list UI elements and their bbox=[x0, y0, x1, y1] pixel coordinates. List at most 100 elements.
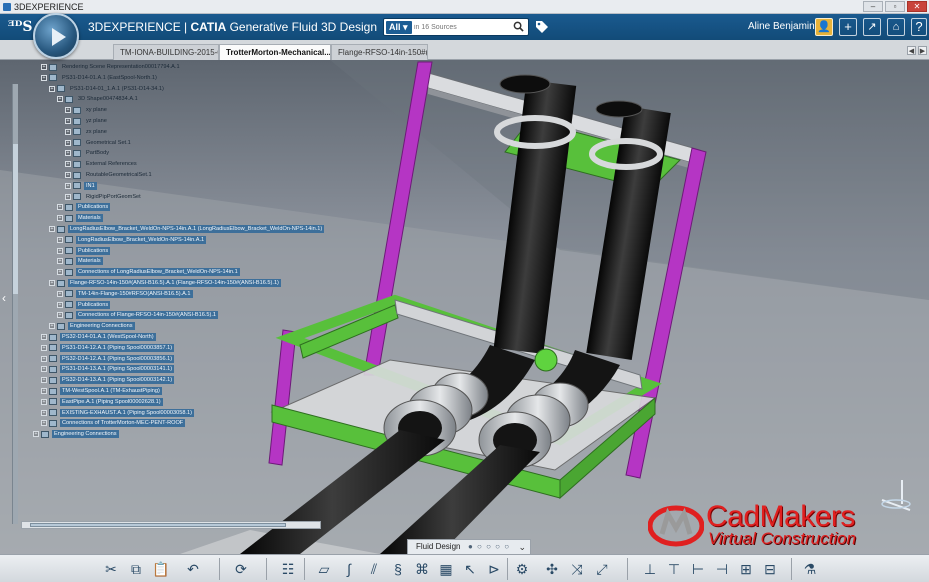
tree-expand-icon[interactable]: + bbox=[41, 366, 47, 373]
tree-node-label[interactable]: Connections of LongRadiusElbow_Bracket_W… bbox=[76, 268, 240, 277]
bend-icon[interactable]: § bbox=[388, 560, 408, 578]
tree-expand-icon[interactable]: + bbox=[65, 128, 71, 135]
tree-node-label[interactable]: PS32-D14-13.A.1 (Piping Spool00003142.1) bbox=[60, 376, 175, 385]
tree-node-label[interactable]: IN1 bbox=[84, 181, 97, 190]
flip-part-icon[interactable]: ⤢ bbox=[592, 560, 612, 578]
tree-expand-icon[interactable]: + bbox=[41, 64, 47, 70]
insert-part-icon[interactable]: ✣ bbox=[542, 560, 562, 578]
tree-node-label[interactable]: Publications bbox=[76, 300, 111, 309]
tree-node[interactable]: + PartBody bbox=[65, 148, 111, 158]
tree-expand-icon[interactable]: + bbox=[57, 247, 63, 254]
tree-node[interactable]: + PS31-D14-13.A.1 (Piping Spool00003141.1… bbox=[41, 364, 175, 374]
spline-route-icon[interactable]: ∫ bbox=[339, 560, 359, 578]
connect-parts-icon[interactable]: ⤨ bbox=[567, 560, 587, 578]
branch-icon[interactable]: ⌘ bbox=[412, 560, 432, 578]
paste-icon[interactable]: 📋 bbox=[151, 560, 171, 578]
tag-icon[interactable] bbox=[535, 20, 549, 34]
tab-trottermorton-mechanical[interactable]: TrotterMorton-Mechanical...✕ bbox=[219, 44, 331, 60]
tree-expand-icon[interactable]: + bbox=[41, 74, 47, 81]
tree-expand-icon[interactable]: + bbox=[49, 323, 55, 330]
tree-node[interactable]: + RigidPipPortGeomSet bbox=[65, 192, 143, 202]
next-icon[interactable]: ⊳ bbox=[484, 560, 504, 578]
tree-node-label[interactable]: EXISTING-EXHAUST.A.1 (Piping Spool000030… bbox=[60, 408, 194, 417]
tree-expand-icon[interactable]: + bbox=[57, 258, 63, 265]
tree-expand-icon[interactable]: + bbox=[57, 269, 63, 276]
connector-icon-6[interactable]: ⊟ bbox=[760, 560, 780, 578]
add-icon[interactable]: + bbox=[839, 18, 857, 36]
tree-expand-icon[interactable]: + bbox=[49, 85, 55, 92]
connector-icon-2[interactable]: ⊤ bbox=[664, 560, 684, 578]
pipe-segment-icon[interactable]: ⫽ bbox=[364, 560, 384, 578]
tree-expand-icon[interactable]: + bbox=[57, 215, 63, 222]
analysis-icon[interactable]: ⚗ bbox=[800, 560, 820, 578]
help-icon[interactable]: ? bbox=[911, 18, 927, 36]
tree-expand-icon[interactable]: + bbox=[41, 334, 47, 340]
update-icon[interactable]: ⟳ bbox=[231, 560, 251, 578]
tree-node-label[interactable]: Connections of TrotterMorton-MEC-PENT-RO… bbox=[60, 419, 186, 428]
search-scope-dropdown[interactable]: All ▾ bbox=[386, 21, 412, 34]
tree-node[interactable]: + TM-14in-Flange-150#RFSO(ANSI-B16.5).A.1 bbox=[57, 289, 193, 299]
tree-node[interactable]: + Publications bbox=[57, 246, 111, 256]
tree-node[interactable]: + Publications bbox=[57, 300, 111, 310]
home-icon[interactable]: ⌂ bbox=[887, 18, 905, 36]
tree-node-label[interactable]: Rendering Scene Representation00017794.A… bbox=[60, 63, 182, 71]
tree-expand-icon[interactable]: + bbox=[57, 290, 63, 297]
grid-icon[interactable]: ▦ bbox=[436, 560, 456, 578]
tree-node[interactable]: + Connections of TrotterMorton-MEC-PENT-R… bbox=[41, 418, 186, 428]
tree-node-label[interactable]: Engineering Connections bbox=[68, 322, 135, 331]
tree-node[interactable]: + LongRadiusElbow_Bracket_WeldOn-NPS-14in… bbox=[57, 235, 207, 245]
search-input[interactable] bbox=[414, 20, 510, 34]
copy-icon[interactable]: ⧉ bbox=[126, 560, 146, 578]
tree-node[interactable]: + Engineering Connections bbox=[49, 321, 135, 331]
tree-node[interactable]: + PS32-D14-13.A.1 (Piping Spool00003142.1… bbox=[41, 375, 175, 385]
share-icon[interactable]: ↗ bbox=[863, 18, 881, 36]
tree-node-label[interactable]: External References bbox=[84, 160, 139, 168]
tree-node-label[interactable]: LongRadiusElbow_Bracket_WeldOn-NPS-14in.… bbox=[68, 225, 325, 233]
tree-vertical-scrollbar[interactable] bbox=[12, 84, 18, 524]
tree-node[interactable]: + IN1 bbox=[65, 181, 97, 191]
tree-node[interactable]: + Materials bbox=[57, 256, 103, 266]
tree-node[interactable]: + Materials bbox=[57, 213, 103, 223]
connector-icon-1[interactable]: ⊥ bbox=[640, 560, 660, 578]
tree-node-label[interactable]: PartBody bbox=[84, 149, 111, 157]
tree-expand-icon[interactable]: + bbox=[65, 107, 71, 114]
tree-node[interactable]: + Connections of Flange-RFSO-14in-150#(AN… bbox=[57, 310, 219, 320]
tree-node-label[interactable]: Publications bbox=[76, 246, 111, 255]
tree-expand-icon[interactable]: + bbox=[41, 388, 47, 394]
tree-node-label[interactable]: xy plane bbox=[84, 106, 109, 114]
tree-node-label[interactable]: Publications bbox=[76, 203, 111, 212]
tree-node[interactable]: + EastPipe.A.1 (Piping Spool00002628.1) bbox=[41, 397, 163, 407]
tree-node[interactable]: + External References bbox=[65, 159, 139, 169]
tree-node-label[interactable]: EastPipe.A.1 (Piping Spool00002628.1) bbox=[60, 397, 163, 406]
tree-node-label[interactable]: Geometrical Set.1 bbox=[84, 139, 133, 147]
close-icon[interactable]: ✕ bbox=[907, 1, 927, 12]
route-pipe-icon[interactable]: ▱ bbox=[314, 560, 334, 578]
tree-node[interactable]: + TM-WestSpool.A.1 (TM-ExhaustPiping) bbox=[41, 386, 162, 396]
avatar-icon[interactable]: 👤 bbox=[815, 18, 833, 36]
tree-expand-icon[interactable]: + bbox=[41, 409, 47, 416]
tree-node[interactable]: + yz plane bbox=[65, 116, 109, 126]
tree-node-label[interactable]: TM-14in-Flange-150#RFSO(ANSI-B16.5).A.1 bbox=[76, 289, 193, 298]
tree-node[interactable]: + RoutableGeometricalSet.1 bbox=[65, 170, 154, 180]
tree-node-label[interactable]: PS31-D14-12.A.1 (Piping Spool00003857.1) bbox=[60, 343, 175, 352]
tree-expand-icon[interactable]: + bbox=[65, 118, 71, 124]
tree-node-label[interactable]: PS32-D14-01.A.1 (WestSpool-North) bbox=[60, 333, 156, 341]
tree-node[interactable]: + xy plane bbox=[65, 105, 109, 115]
tree-expand-icon[interactable]: + bbox=[57, 204, 63, 211]
tree-node[interactable]: + Engineering Connections bbox=[33, 429, 119, 439]
tree-expand-icon[interactable]: + bbox=[57, 312, 63, 319]
compass-play-icon[interactable] bbox=[33, 13, 79, 59]
tree-node-label[interactable]: RigidPipPortGeomSet bbox=[84, 193, 143, 201]
tab-flange-rfso[interactable]: Flange-RFSO-14in-150#(AN... bbox=[331, 44, 428, 60]
tree-node[interactable]: + Flange-RFSO-14in-150#(ANSI-B16.5).A.1 (… bbox=[49, 278, 281, 288]
tree-node[interactable]: + PS31-D14-01.A.1 (EastSpool-North.1) bbox=[41, 73, 159, 83]
tree-node[interactable]: + LongRadiusElbow_Bracket_WeldOn-NPS-14in… bbox=[49, 224, 325, 234]
tab-scroll-left-icon[interactable]: ◀ bbox=[907, 46, 916, 55]
tree-node[interactable]: + Publications bbox=[57, 202, 111, 212]
tree-expand-icon[interactable]: + bbox=[65, 139, 71, 146]
part-placement-icon[interactable]: ⚙ bbox=[512, 560, 532, 578]
tree-node[interactable]: + PS32-D14-01.A.1 (WestSpool-North) bbox=[41, 332, 156, 342]
connector-icon-3[interactable]: ⊢ bbox=[688, 560, 708, 578]
connector-icon-4[interactable]: ⊣ bbox=[712, 560, 732, 578]
cut-icon[interactable]: ✂ bbox=[101, 560, 121, 578]
